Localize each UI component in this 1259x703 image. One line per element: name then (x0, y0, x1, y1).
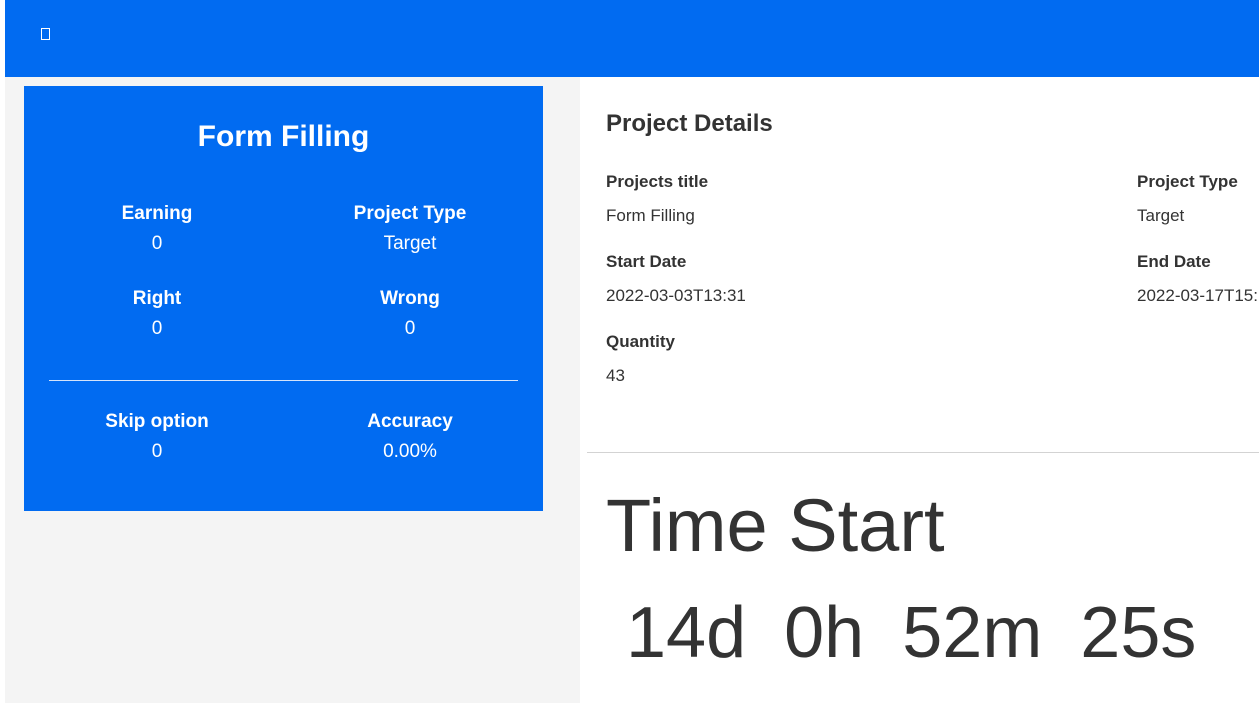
projects-title-field: Projects title Form Filling (606, 170, 708, 234)
wrong-stat: Wrong 0 (290, 286, 530, 346)
accuracy-value: 0.00% (383, 441, 437, 462)
project-details-title: Project Details (606, 110, 773, 137)
quantity-label: Quantity (606, 332, 675, 351)
earning-value: 0 (151, 233, 163, 254)
end-date-label: End Date (1137, 252, 1211, 271)
end-date-value: 2022-03-17T15: (1137, 286, 1258, 305)
projects-title-label: Projects title (606, 172, 709, 191)
skip-option-stat: Skip option 0 (37, 409, 277, 469)
end-date-field: End Date 2022-03-17T15: (1137, 250, 1258, 314)
timer-days: 14d (626, 593, 747, 673)
skip-option-value: 0 (151, 441, 163, 462)
timer-minutes: 52m (902, 593, 1043, 673)
project-type-label: Project Type (353, 203, 467, 224)
stats-card-title: Form Filling (197, 120, 370, 153)
top-navbar (5, 0, 1259, 77)
right-value: 0 (151, 318, 163, 339)
start-date-field: Start Date 2022-03-03T13:31 (606, 250, 746, 314)
earning-label: Earning (121, 203, 193, 224)
project-type-value: Target (383, 233, 437, 254)
skip-option-label: Skip option (105, 411, 209, 432)
start-date-value: 2022-03-03T13:31 (606, 286, 746, 305)
timer-title: Time Start (606, 484, 945, 567)
earning-stat: Earning 0 (37, 201, 277, 261)
details-project-type-label: Project Type (1137, 172, 1238, 191)
quantity-value: 43 (606, 366, 625, 385)
stats-divider (49, 380, 518, 381)
accuracy-stat: Accuracy 0.00% (290, 409, 530, 469)
project-type-stat: Project Type Target (290, 201, 530, 261)
quantity-field: Quantity 43 (606, 330, 675, 394)
right-stat: Right 0 (37, 286, 277, 346)
countdown-timer: 14d 0h 52m 25s (626, 591, 1196, 675)
project-type-field: Project Type Target (1137, 170, 1238, 234)
details-divider (587, 452, 1259, 453)
start-date-label: Start Date (606, 252, 687, 271)
wrong-value: 0 (404, 318, 416, 339)
wrong-label: Wrong (380, 288, 440, 309)
timer-seconds: 25s (1080, 593, 1197, 673)
project-details-card: Project Details Projects title Form Fill… (580, 86, 1259, 452)
project-stats-card: Form Filling Earning 0 Project Type Targ… (24, 86, 543, 511)
projects-title-value: Form Filling (606, 206, 695, 225)
accuracy-label: Accuracy (367, 411, 453, 432)
menu-toggle-icon[interactable] (41, 28, 50, 40)
right-label: Right (132, 288, 182, 309)
details-project-type-value: Target (1137, 206, 1185, 225)
timer-hours: 0h (784, 593, 865, 673)
